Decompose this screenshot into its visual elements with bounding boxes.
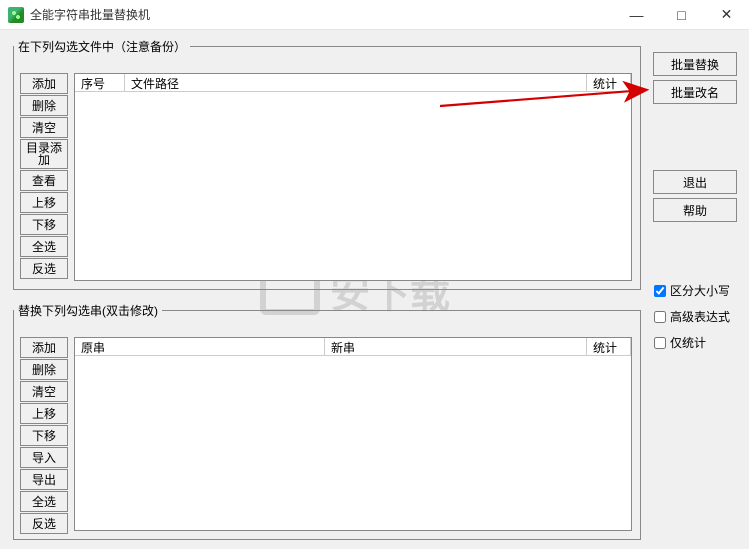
app-icon — [8, 7, 24, 23]
string-export-button[interactable]: 导出 — [20, 469, 68, 490]
string-invert-button[interactable]: 反选 — [20, 513, 68, 534]
stats-only-option[interactable]: 仅统计 — [654, 334, 706, 351]
file-add-button[interactable]: 添加 — [20, 73, 68, 94]
string-moveup-button[interactable]: 上移 — [20, 403, 68, 424]
string-group-legend: 替换下列勾选串(双击修改) — [14, 302, 162, 319]
client-area: 安下载 .com 在下列勾选文件中（注意备份） 添加 删除 清空 目录添加 查看… — [0, 30, 749, 549]
batch-replace-button[interactable]: 批量替换 — [653, 52, 737, 76]
maximize-button[interactable]: □ — [659, 0, 704, 29]
file-movedown-button[interactable]: 下移 — [20, 214, 68, 235]
col-stats[interactable]: 统计 — [587, 74, 631, 91]
file-moveup-button[interactable]: 上移 — [20, 192, 68, 213]
file-list-body[interactable] — [75, 92, 631, 280]
case-sensitive-checkbox[interactable] — [654, 285, 666, 297]
string-button-column: 添加 删除 清空 上移 下移 导入 导出 全选 反选 — [20, 337, 68, 535]
string-import-button[interactable]: 导入 — [20, 447, 68, 468]
file-selection-group: 在下列勾选文件中（注意备份） 添加 删除 清空 目录添加 查看 上移 下移 全选… — [13, 38, 641, 290]
file-invert-button[interactable]: 反选 — [20, 258, 68, 279]
col-orig[interactable]: 原串 — [75, 338, 325, 355]
file-selectall-button[interactable]: 全选 — [20, 236, 68, 257]
col-seq[interactable]: 序号 — [75, 74, 125, 91]
file-view-button[interactable]: 查看 — [20, 170, 68, 191]
string-clear-button[interactable]: 清空 — [20, 381, 68, 402]
exit-button[interactable]: 退出 — [653, 170, 737, 194]
title-bar: 全能字符串批量替换机 — □ ✕ — [0, 0, 749, 30]
advanced-expr-checkbox[interactable] — [654, 311, 666, 323]
window-controls: — □ ✕ — [614, 0, 749, 29]
file-button-column: 添加 删除 清空 目录添加 查看 上移 下移 全选 反选 — [20, 73, 68, 280]
file-list-header: 序号 文件路径 统计 — [75, 74, 631, 92]
file-delete-button[interactable]: 删除 — [20, 95, 68, 116]
help-button[interactable]: 帮助 — [653, 198, 737, 222]
col-stats2[interactable]: 统计 — [587, 338, 631, 355]
case-sensitive-option[interactable]: 区分大小写 — [654, 282, 730, 299]
minimize-button[interactable]: — — [614, 0, 659, 29]
col-new[interactable]: 新串 — [325, 338, 587, 355]
string-add-button[interactable]: 添加 — [20, 337, 68, 358]
string-movedown-button[interactable]: 下移 — [20, 425, 68, 446]
close-button[interactable]: ✕ — [704, 0, 749, 29]
col-path[interactable]: 文件路径 — [125, 74, 587, 91]
file-list[interactable]: 序号 文件路径 统计 — [74, 73, 632, 281]
batch-rename-button[interactable]: 批量改名 — [653, 80, 737, 104]
string-selectall-button[interactable]: 全选 — [20, 491, 68, 512]
dir-add-button[interactable]: 目录添加 — [20, 139, 68, 169]
string-list-body[interactable] — [75, 356, 631, 530]
file-clear-button[interactable]: 清空 — [20, 117, 68, 138]
window-title: 全能字符串批量替换机 — [30, 6, 614, 23]
string-delete-button[interactable]: 删除 — [20, 359, 68, 380]
string-list-header: 原串 新串 统计 — [75, 338, 631, 356]
file-group-legend: 在下列勾选文件中（注意备份） — [14, 38, 190, 55]
stats-only-checkbox[interactable] — [654, 337, 666, 349]
string-replace-group: 替换下列勾选串(双击修改) 添加 删除 清空 上移 下移 导入 导出 全选 反选… — [13, 302, 641, 540]
advanced-expr-option[interactable]: 高级表达式 — [654, 308, 730, 325]
string-list[interactable]: 原串 新串 统计 — [74, 337, 632, 531]
